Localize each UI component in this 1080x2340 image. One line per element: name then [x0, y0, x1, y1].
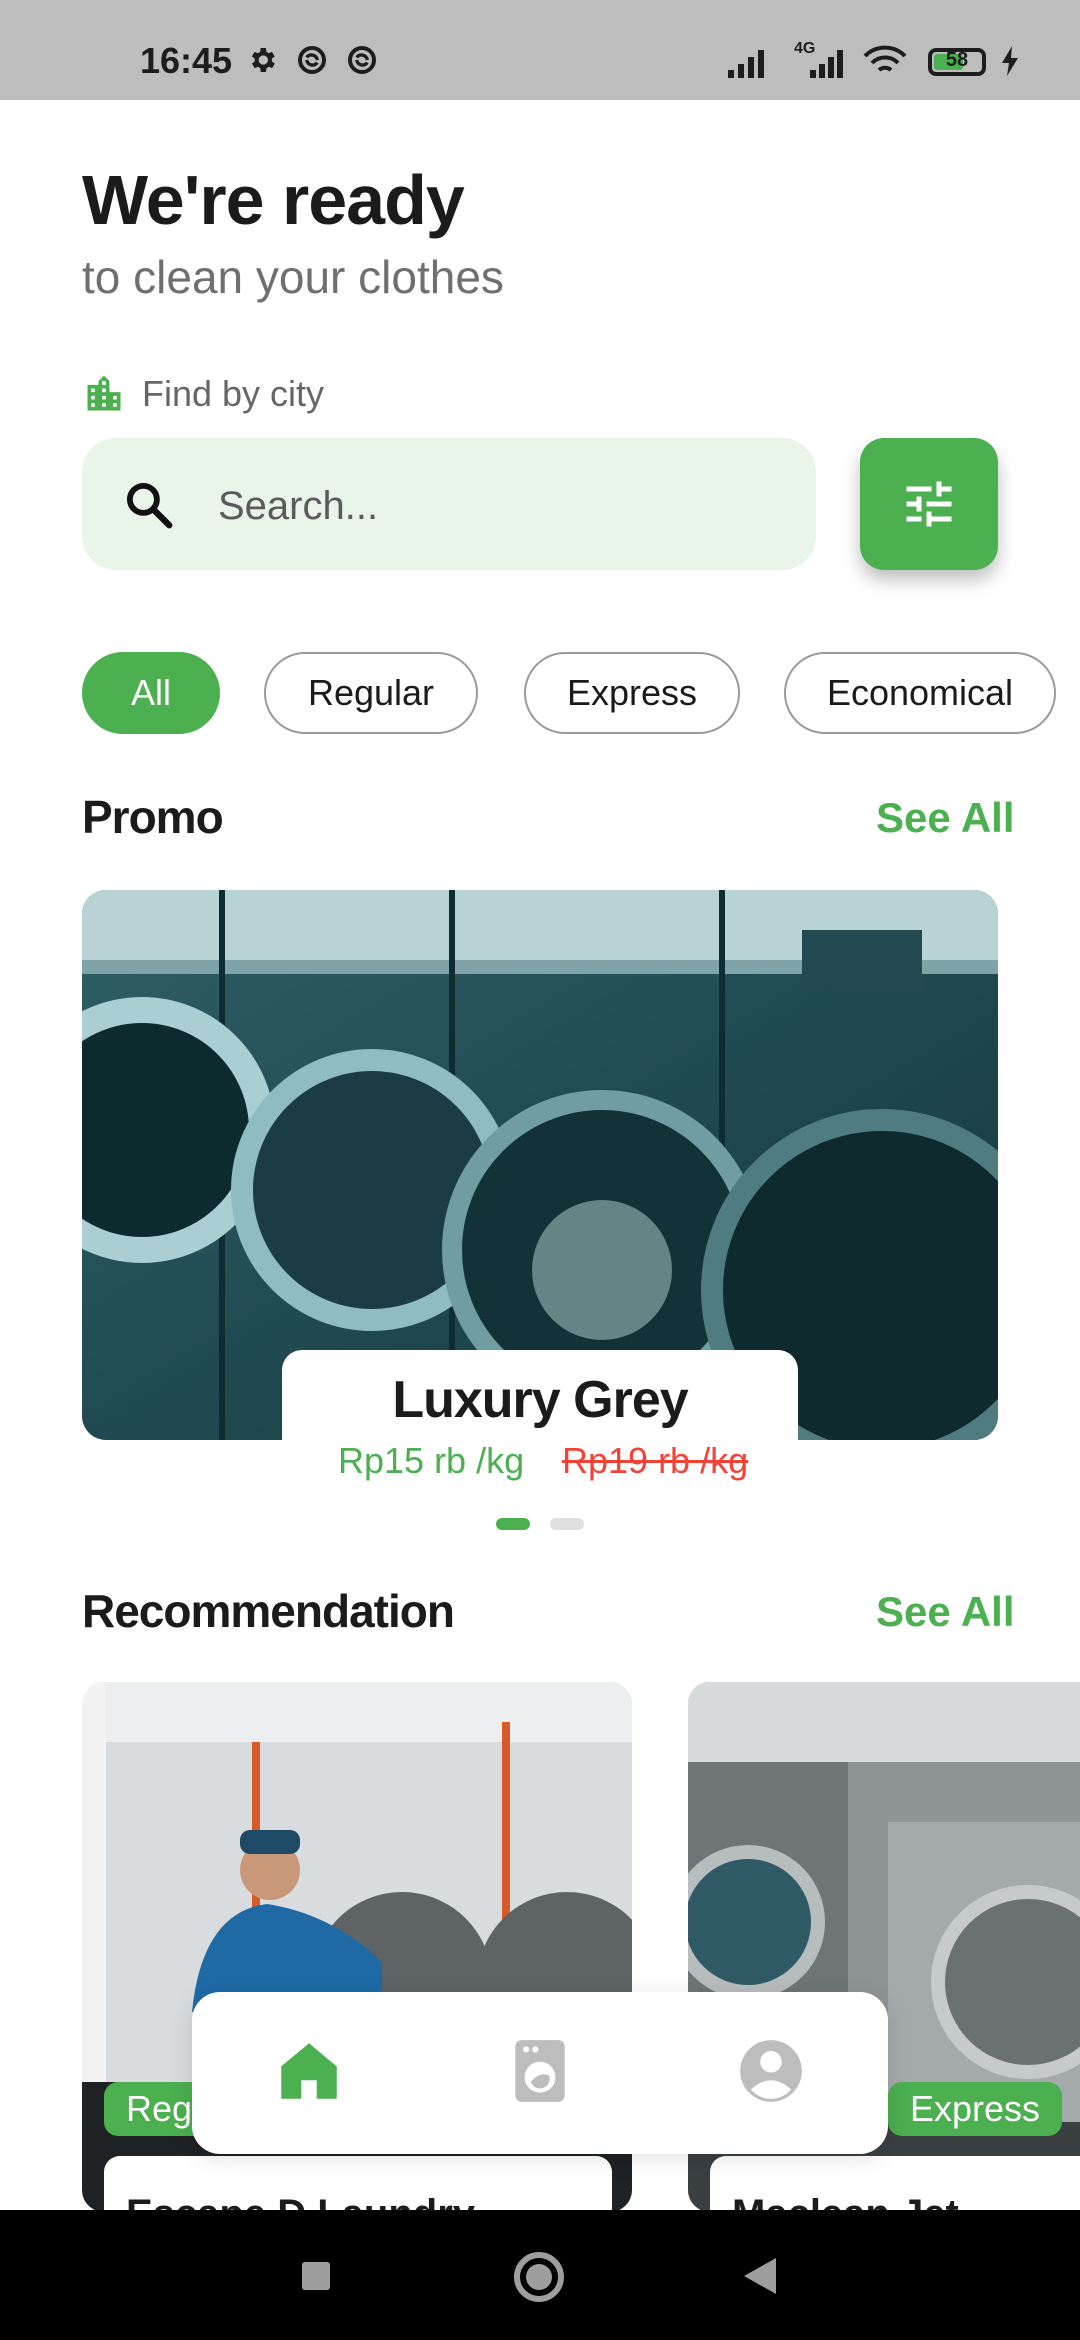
chip-regular[interactable]: Regular: [264, 652, 478, 734]
promo-price: Rp15 rb /kg: [338, 1440, 525, 1481]
home-nav-icon[interactable]: [512, 2250, 566, 2304]
home-icon[interactable]: [272, 2034, 346, 2108]
promo-old-price: Rp19 rb /kg: [562, 1440, 749, 1481]
recommendation-name: Maclean Jet: [732, 2192, 959, 2212]
chip-all[interactable]: All: [82, 652, 220, 734]
tune-icon: [906, 481, 952, 527]
carousel-dot[interactable]: [550, 1518, 584, 1530]
back-icon[interactable]: [742, 2256, 778, 2296]
recommendation-see-all-link[interactable]: See All: [876, 1588, 1015, 1636]
promo-see-all-link[interactable]: See All: [876, 794, 1015, 842]
signal-4g-icon: [810, 50, 843, 78]
filter-button[interactable]: [860, 438, 998, 570]
recommendation-name: Escape D Laundry: [126, 2192, 475, 2212]
find-by-city-button[interactable]: Find by city: [82, 364, 324, 424]
chip-economical[interactable]: Economical: [784, 652, 1056, 734]
recommendation-title: Recommendation: [82, 1585, 455, 1637]
chip-express[interactable]: Express: [524, 652, 740, 734]
page-title: We're ready: [82, 161, 465, 239]
recommendation-name-box: Escape D Laundry: [104, 2156, 612, 2212]
page-subtitle: to clean your clothes: [82, 251, 504, 303]
gear-icon: [251, 48, 275, 72]
carousel-dot-active[interactable]: [496, 1518, 530, 1530]
charging-icon: [1002, 46, 1018, 76]
search-icon: [126, 482, 173, 529]
promo-title: Promo: [82, 791, 224, 843]
profile-icon[interactable]: [734, 2034, 808, 2108]
sync-icon: [348, 46, 376, 74]
find-by-city-label: Find by city: [142, 373, 325, 414]
wifi-icon: [863, 45, 907, 72]
status-time: 16:45: [140, 40, 233, 81]
promo-name: Luxury Grey: [392, 1371, 688, 1429]
recommendation-name-box: Maclean Jet: [710, 2156, 1080, 2212]
promo-info: Luxury Grey Rp15 rb /kg Rp19 rb /kg: [282, 1350, 798, 1490]
recents-icon[interactable]: [300, 2260, 332, 2292]
washing-machine-icon[interactable]: [503, 2034, 577, 2108]
search-input[interactable]: [216, 478, 780, 534]
city-icon: [87, 375, 121, 411]
signal-icon: [728, 50, 764, 78]
recommendation-badge: Express: [888, 2082, 1063, 2136]
battery-icon: 58: [928, 48, 986, 76]
sync-icon: [298, 46, 326, 74]
